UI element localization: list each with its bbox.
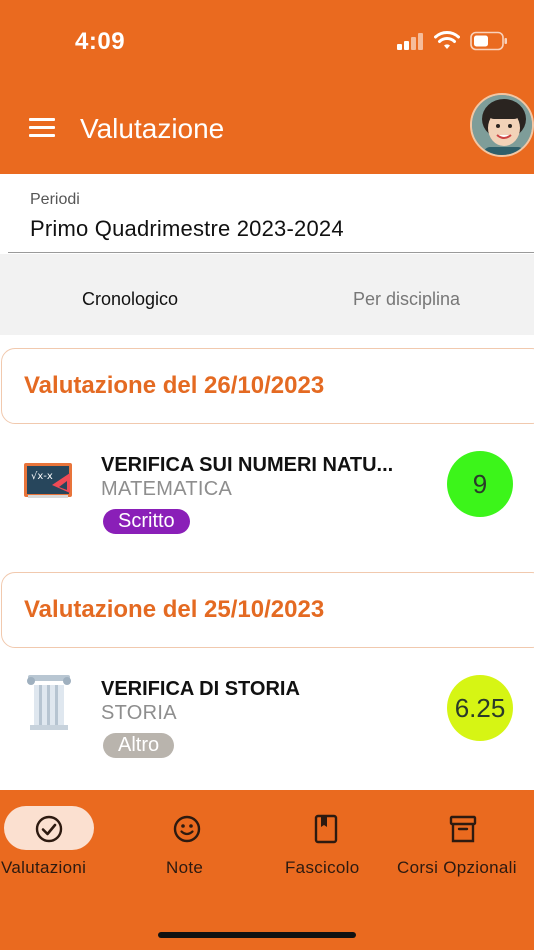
battery-icon [470, 31, 507, 51]
view-tabs: Cronologico Per disciplina [0, 254, 534, 335]
evaluation-list: Valutazione del 26/10/2023 √x-x VERIFICA… [0, 335, 534, 790]
date-header-label: Valutazione del 25/10/2023 [24, 596, 325, 623]
check-circle-icon [35, 815, 63, 843]
tab-cronologico[interactable]: Cronologico [82, 289, 178, 310]
nav-label: Note [166, 858, 204, 877]
avatar[interactable] [470, 93, 534, 157]
item-subject: MATEMATICA [101, 478, 233, 500]
date-header: Valutazione del 25/10/2023 [1, 572, 534, 648]
date-header-label: Valutazione del 26/10/2023 [24, 372, 325, 399]
greek-column-icon [27, 675, 71, 730]
list-item[interactable]: √x-x VERIFICA SUI NUMERI NATU... MATEMAT… [0, 425, 534, 545]
status-time: 4:09 [75, 28, 126, 55]
type-badge: Altro [103, 733, 175, 758]
blackboard-icon: √x-x [24, 463, 72, 498]
nav-label: Valutazioni [1, 858, 87, 877]
grade-badge: 6.25 [447, 675, 513, 741]
nav-label: Fascicolo [285, 858, 360, 877]
item-title: VERIFICA SUI NUMERI NATU... [101, 454, 394, 476]
app-header: 4:09 Valutazione [0, 0, 534, 174]
archive-icon [449, 815, 477, 843]
type-badge: Scritto [103, 509, 190, 534]
period-divider [8, 252, 534, 253]
avatar-photo [472, 95, 532, 155]
home-indicator [158, 932, 356, 938]
page-title: Valutazione [80, 113, 225, 144]
period-selector[interactable]: Periodi Primo Quadrimestre 2023-2024 [0, 174, 534, 254]
date-header: Valutazione del 26/10/2023 [1, 348, 534, 424]
period-label: Periodi [30, 191, 80, 208]
grade-badge: 9 [447, 451, 513, 517]
smiley-icon [173, 815, 201, 843]
period-value[interactable]: Primo Quadrimestre 2023-2024 [30, 216, 344, 242]
item-subject: STORIA [101, 702, 177, 724]
list-item[interactable]: VERIFICA DI STORIA STORIA Altro 6.25 [0, 649, 534, 769]
nav-label: Corsi Opzionali [397, 858, 517, 877]
item-title: VERIFICA DI STORIA [101, 678, 300, 700]
menu-icon[interactable] [29, 118, 55, 138]
tab-per-disciplina[interactable]: Per disciplina [353, 289, 460, 310]
bottom-navigation: Valutazioni Note Fascicolo Corsi Opziona… [0, 790, 534, 950]
book-icon [314, 814, 338, 844]
svg-text:√x-x: √x-x [31, 471, 53, 482]
wifi-icon [434, 31, 460, 49]
signal-icon [397, 32, 425, 50]
